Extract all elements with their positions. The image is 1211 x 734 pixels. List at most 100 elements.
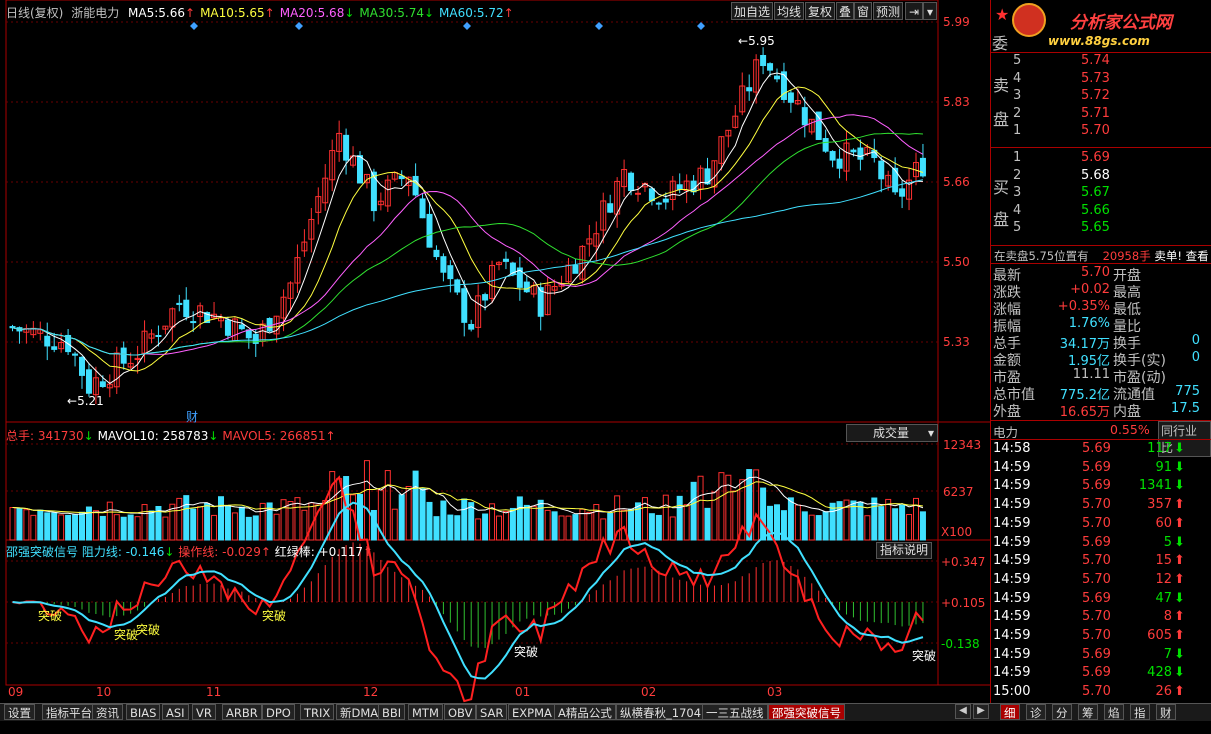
signal-label: 突破: [136, 623, 161, 637]
indicator-tab[interactable]: 邵强突破信号: [768, 704, 845, 720]
indicator-tab[interactable]: A精品公式: [554, 704, 616, 720]
indicator-tab[interactable]: BBI: [378, 704, 406, 720]
volume-bar: [801, 511, 808, 541]
adjust-button[interactable]: 复权: [805, 2, 836, 20]
ma-legend-item: MA30:: [359, 6, 398, 20]
ma-button[interactable]: 均线: [774, 2, 805, 20]
volume-bar: [440, 500, 447, 541]
chevron-down-icon[interactable]: ▾: [923, 2, 937, 20]
tick-time: 14:59: [993, 628, 1031, 643]
candle: [829, 151, 836, 161]
order-level: 2: [1013, 167, 1022, 183]
star-icon[interactable]: ★: [995, 5, 1009, 24]
ma-legend: MA5:5.66↑ MA10:5.65↑ MA20:5.68↓ MA30:5.74↓ M…: [123, 6, 514, 20]
ma-value: 5.72: [476, 6, 504, 20]
chart-canvas[interactable]: [0, 0, 990, 703]
volume-bar: [475, 518, 482, 541]
tick-price: 5.70: [1082, 571, 1111, 587]
volume-bar: [405, 485, 412, 541]
volume-bar: [391, 508, 398, 541]
quote-value: 0: [1191, 333, 1200, 348]
volume-bar: [197, 506, 204, 541]
candle: [433, 249, 440, 258]
right-tab[interactable]: 诊: [1026, 704, 1046, 720]
candle: [183, 299, 190, 318]
volume-bar: [183, 495, 190, 541]
scroll-left-icon[interactable]: ◀: [955, 704, 971, 719]
indicator-tab[interactable]: SAR: [476, 704, 508, 720]
ma-arrow: ↑: [503, 6, 514, 20]
volume-bar: [482, 513, 489, 541]
indicator-tab[interactable]: ASI: [162, 704, 189, 720]
volume-bar: [37, 509, 44, 541]
candle: [468, 323, 475, 330]
month-label: 11: [206, 685, 222, 699]
volume-bar: [704, 507, 711, 541]
order-price[interactable]: 5.73: [1081, 71, 1110, 86]
indicator-tab[interactable]: 资讯: [92, 704, 123, 720]
candle: [412, 175, 419, 196]
indicator-tab[interactable]: 一三五战线: [702, 704, 768, 720]
indicator-tab[interactable]: EXPMA: [508, 704, 556, 720]
indicator-tab[interactable]: OBV: [444, 704, 477, 720]
indicator-tab[interactable]: 纵横春秋_1704: [616, 704, 706, 720]
indicator-tab[interactable]: ARBR: [222, 704, 262, 720]
signal-label: 突破: [262, 609, 287, 623]
indicator-header: 邵强突破信号 阻力线: -0.146↓ 操作线: -0.029↑ 红绿棒: +0…: [6, 545, 374, 559]
volume-bar: [426, 501, 433, 541]
volume-bar: [753, 469, 760, 541]
candle: [746, 87, 753, 92]
indicator-tab[interactable]: VR: [192, 704, 216, 720]
right-tab[interactable]: 细: [1000, 704, 1020, 720]
candle: [343, 134, 350, 161]
volume-bar: [85, 506, 92, 541]
order-price[interactable]: 5.67: [1081, 185, 1110, 200]
indicator-tick: -0.138: [941, 637, 980, 651]
candle: [648, 188, 655, 202]
order-notice[interactable]: 在卖盘5.75位置有 20958手 卖单! 查看: [994, 248, 1209, 264]
price-tick: 5.99: [943, 15, 970, 29]
tick-price: 5.70: [1082, 684, 1111, 700]
tick-time: 14:59: [993, 534, 1031, 550]
right-tab[interactable]: 指: [1130, 704, 1150, 720]
order-price[interactable]: 5.74: [1081, 53, 1110, 68]
right-tab[interactable]: 分: [1052, 704, 1072, 720]
forecast-button[interactable]: 预测: [873, 2, 904, 20]
order-price[interactable]: 5.68: [1081, 168, 1110, 183]
volume-bar: [99, 515, 106, 541]
scroll-right-icon[interactable]: ▶: [973, 704, 989, 719]
indicator-tab[interactable]: BIAS: [126, 704, 161, 720]
volume-bar: [628, 508, 635, 541]
order-price[interactable]: 5.72: [1081, 88, 1110, 103]
volume-bar: [544, 509, 551, 541]
add-watch-button[interactable]: 加自选: [731, 2, 774, 20]
right-tab[interactable]: 筹: [1078, 704, 1098, 720]
right-tab[interactable]: 焰: [1104, 704, 1124, 720]
finance-marker[interactable]: 财: [186, 408, 198, 425]
quote-value: 5.70: [1081, 265, 1110, 280]
volume-bar: [822, 511, 829, 541]
order-price[interactable]: 5.65: [1081, 220, 1110, 235]
indicator-tab[interactable]: DPO: [262, 704, 295, 720]
indicator-tab[interactable]: 指标平台: [42, 704, 96, 720]
fullscreen-icon[interactable]: ⇥: [905, 2, 923, 20]
candle: [454, 279, 461, 293]
indicator-tab[interactable]: TRIX: [300, 704, 335, 720]
month-label: 01: [515, 685, 531, 699]
order-price[interactable]: 5.71: [1081, 106, 1110, 121]
order-price[interactable]: 5.69: [1081, 150, 1110, 165]
right-tab[interactable]: 财: [1156, 704, 1176, 720]
volume-bar: [398, 494, 405, 541]
indicator-tab[interactable]: 新DMA: [336, 704, 383, 720]
indicator-help-button[interactable]: 指标说明: [876, 542, 933, 559]
volume-indicator-select[interactable]: 成交量 ▾: [846, 424, 938, 442]
window-button[interactable]: 窗: [854, 2, 873, 20]
candle: [899, 188, 906, 197]
arrow-down-icon: ⬇: [1174, 534, 1185, 550]
order-price[interactable]: 5.66: [1081, 203, 1110, 218]
overlay-button[interactable]: 叠: [836, 2, 855, 20]
indicator-tab[interactable]: MTM: [408, 704, 443, 720]
order-price[interactable]: 5.70: [1081, 123, 1110, 138]
indicator-tab[interactable]: 设置: [4, 704, 35, 720]
bid-label: 盘: [993, 210, 1010, 229]
